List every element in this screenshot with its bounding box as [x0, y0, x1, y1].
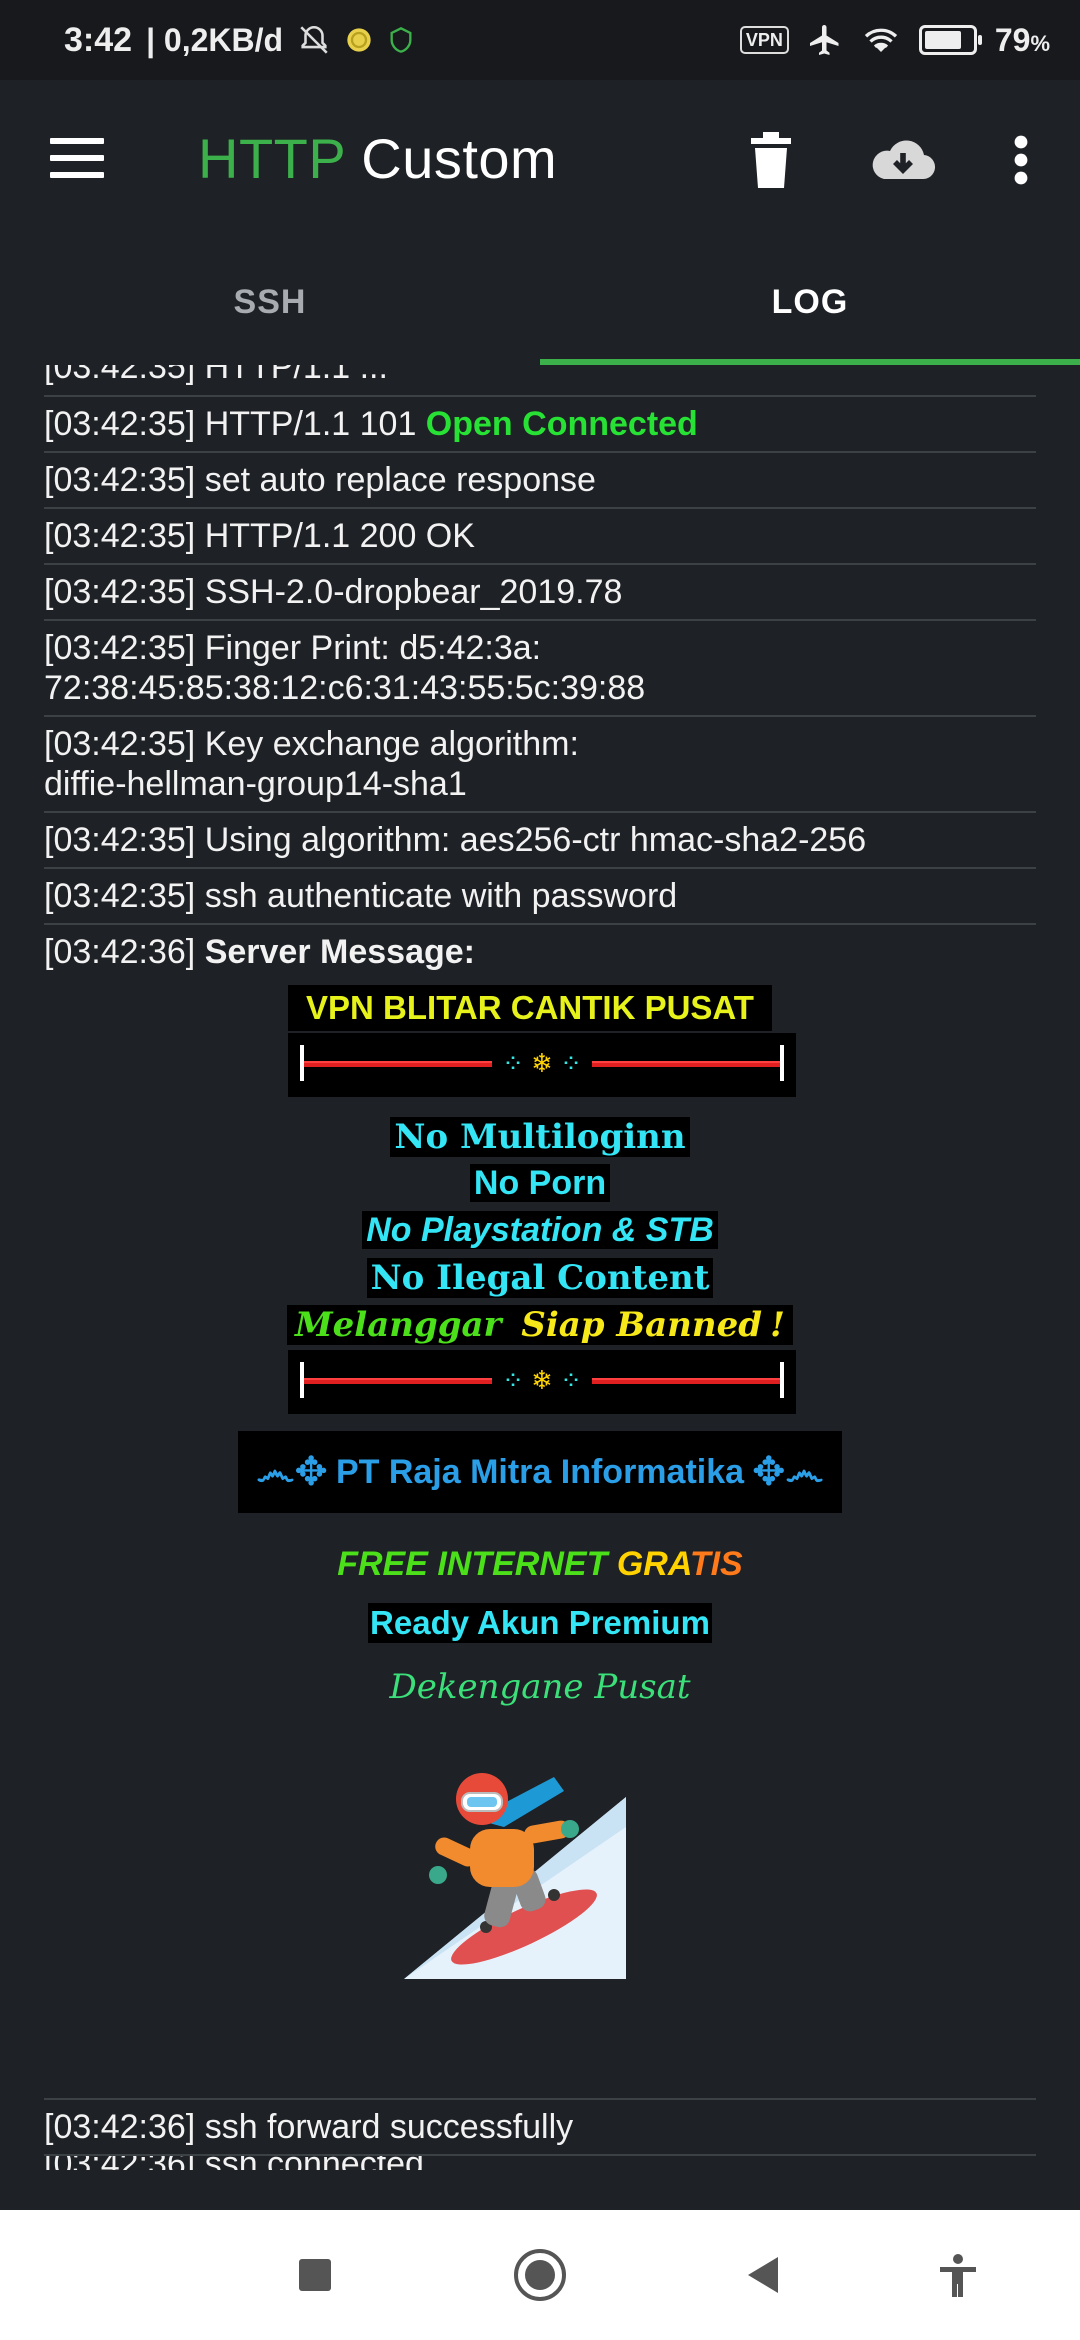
- back-triangle-icon[interactable]: [727, 2240, 797, 2310]
- company-name: PT Raja Mitra Informatika: [335, 1452, 745, 1491]
- log-row: [03:42:35] set auto replace response: [44, 453, 1036, 509]
- trash-icon[interactable]: [746, 120, 796, 200]
- tab-bar: SSH LOG: [0, 240, 1080, 365]
- log-row: [03:42:36] ssh forward successfully: [44, 2098, 1036, 2156]
- vpn-badge: VPN: [739, 26, 789, 54]
- snowflake-icon: ⁘ ❄ ⁘: [502, 1048, 582, 1078]
- log-row: [03:42:35] SSH-2.0-dropbear_2019.78: [44, 565, 1036, 621]
- bell-off-icon: [300, 25, 328, 54]
- swirl-icon: ✥෴: [752, 1450, 824, 1494]
- shield-app-icon: [390, 27, 412, 53]
- status-open-connected: Open Connected: [425, 405, 698, 443]
- log-list: [03:42:35] HTTP/1.1 ... [03:42:35] HTTP/…: [44, 365, 1036, 979]
- rule-porn: No Porn: [0, 1164, 1080, 1203]
- log-row: [03:42:35] Key exchange algorithm: diffi…: [44, 717, 1036, 813]
- snowboarder-emoji: [404, 1773, 626, 1979]
- coin-icon: [347, 28, 371, 52]
- log-row: [03:42:35] HTTP/1.1 101 Open Connected: [44, 397, 1036, 453]
- banner-title: VPN BLITAR CANTIK PUSAT: [288, 985, 772, 1031]
- log-row-partial: [03:42:36] ssh connected: [44, 2156, 1036, 2170]
- app-bar: HTTP Custom: [0, 80, 1080, 240]
- menu-icon[interactable]: [50, 138, 104, 178]
- tagline-text: Dekengane Pusat: [389, 1667, 691, 1707]
- tab-ssh[interactable]: SSH: [0, 240, 540, 365]
- battery-icon: [918, 25, 982, 55]
- status-bar-left: 3:42 | 0,2KB/d: [64, 0, 415, 80]
- home-circle-icon[interactable]: [505, 2240, 575, 2310]
- banner-divider: ⁘ ❄ ⁘: [288, 1350, 796, 1414]
- app-title-custom: Custom: [361, 127, 558, 190]
- status-net-speed: | 0,2KB/d: [146, 21, 284, 58]
- log-row: [03:42:35] HTTP/1.1 200 OK: [44, 509, 1036, 565]
- airplane-icon: [809, 25, 839, 55]
- battery-percent: 79%: [994, 21, 1050, 58]
- swirl-icon: ෴✥: [256, 1450, 328, 1494]
- company-banner: ෴✥ PT Raja Mitra Informatika ✥෴: [238, 1431, 842, 1513]
- status-bar-right: VPN 79%: [739, 0, 1050, 80]
- status-bar: 3:42 | 0,2KB/d VPN 79%: [0, 0, 1080, 80]
- rule-warning: Melanggar Siap Banned!: [0, 1305, 1080, 1345]
- rule-playstation: No Playstation & STB: [0, 1211, 1080, 1250]
- app-title-http: HTTP: [198, 127, 346, 190]
- recents-square-icon[interactable]: [280, 2240, 350, 2310]
- cloud-download-icon[interactable]: [866, 120, 940, 200]
- free-internet-text: FREE INTERNET GRATIS: [337, 1545, 743, 1583]
- log-row-partial: [03:42:35] HTTP/1.1 ...: [44, 365, 1036, 397]
- accessibility-icon[interactable]: [923, 2240, 993, 2310]
- ready-premium-text: Ready Akun Premium: [368, 1603, 712, 1643]
- log-row: [03:42:36] Server Message:: [44, 933, 475, 971]
- log-row: [03:42:35] ssh authenticate with passwor…: [44, 869, 1036, 925]
- more-vert-icon[interactable]: [1006, 120, 1036, 200]
- rule-illegal: No Ilegal Content: [0, 1258, 1080, 1298]
- log-list-bottom: [03:42:36] ssh forward successfully [03:…: [44, 2098, 1036, 2170]
- navigation-bar: [0, 2210, 1080, 2340]
- banner-divider: ⁘ ❄ ⁘: [288, 1033, 796, 1097]
- log-panel[interactable]: [03:42:35] HTTP/1.1 ... [03:42:35] HTTP/…: [0, 365, 1080, 2170]
- log-row: [03:42:35] Finger Print: d5:42:3a: 72:38…: [44, 621, 1036, 717]
- rule-multilogin: No Multiloginn: [0, 1117, 1080, 1157]
- tab-log[interactable]: LOG: [540, 240, 1080, 365]
- snowflake-icon: ⁘ ❄ ⁘: [502, 1365, 582, 1395]
- status-time: 3:42: [64, 20, 133, 59]
- wifi-icon: [864, 28, 897, 52]
- log-row: [03:42:35] Using algorithm: aes256-ctr h…: [44, 813, 1036, 869]
- app-title: HTTP Custom: [198, 126, 557, 191]
